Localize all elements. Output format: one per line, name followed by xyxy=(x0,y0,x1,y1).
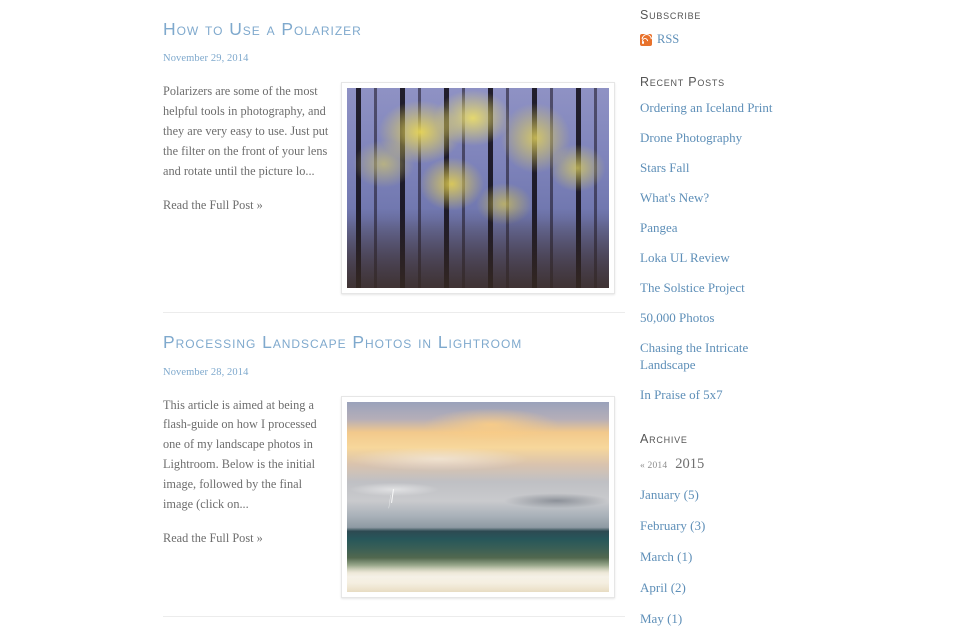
sidebar-section-archive: Archive « 2014 2015 January (5) February… xyxy=(640,432,840,628)
rss-link[interactable]: RSS xyxy=(657,32,679,47)
list-item: Stars Fall xyxy=(640,159,840,177)
list-item: What's New? xyxy=(640,189,840,207)
recent-post-link[interactable]: Stars Fall xyxy=(640,159,689,176)
post-text-column: This article is aimed at being a flash-g… xyxy=(163,396,331,549)
post-photo-frame[interactable] xyxy=(341,82,615,295)
autumn-forest-yellow-leaves-photo[interactable] xyxy=(347,88,609,289)
recent-post-link[interactable]: The Solstice Project xyxy=(640,279,745,296)
left-gutter xyxy=(0,0,163,558)
recent-post-link[interactable]: Pangea xyxy=(640,219,678,236)
list-item: In Praise of 5x7 xyxy=(640,386,840,404)
post-date: November 28, 2014 xyxy=(163,366,249,378)
sidebar-heading-subscribe: Subscribe xyxy=(640,8,702,22)
sunset-seascape-lightning-photo[interactable] xyxy=(347,401,609,592)
list-item: March (1) xyxy=(640,548,840,566)
archive-month-link[interactable]: April (2) xyxy=(640,579,686,596)
post-divider xyxy=(163,615,625,617)
post-title-link[interactable]: Processing Landscape Photos in Lightroom xyxy=(163,332,625,352)
recent-post-link[interactable]: Chasing the Intricate Landscape xyxy=(640,339,750,373)
recent-posts-list: Ordering an Iceland Print Drone Photogra… xyxy=(640,99,840,404)
archive-month-link[interactable]: March (1) xyxy=(640,548,692,565)
sidebar-heading-recent-posts: Recent Posts xyxy=(640,75,725,89)
read-full-post-link[interactable]: Read the Full Post » xyxy=(163,196,331,216)
recent-post-link[interactable]: Ordering an Iceland Print xyxy=(640,99,772,116)
archive-month-link[interactable]: January (5) xyxy=(640,486,699,503)
list-item: April (2) xyxy=(640,579,840,597)
list-item: Drone Photography xyxy=(640,129,840,147)
post-excerpt: This article is aimed at being a flash-g… xyxy=(163,397,317,512)
sidebar-heading-archive: Archive xyxy=(640,432,688,447)
list-item: Pangea xyxy=(640,219,840,237)
recent-post-link[interactable]: Loka UL Review xyxy=(640,249,730,266)
post-date: November 29, 2014 xyxy=(163,53,249,65)
blog-post: How to Use a Polarizer November 29, 2014… xyxy=(163,19,625,295)
list-item: January (5) xyxy=(640,486,840,504)
list-item: May (1) xyxy=(640,610,840,628)
recent-post-link[interactable]: What's New? xyxy=(640,189,709,206)
list-item: 50,000 Photos xyxy=(640,309,840,327)
post-title-link[interactable]: How to Use a Polarizer xyxy=(163,19,625,39)
blog-page: How to Use a Polarizer November 29, 2014… xyxy=(0,0,960,626)
archive-month-link[interactable]: February (3) xyxy=(640,517,705,534)
post-excerpt: Polarizers are some of the most helpful … xyxy=(163,84,329,178)
post-text-column: Polarizers are some of the most helpful … xyxy=(163,82,331,215)
read-full-post-link[interactable]: Read the Full Post » xyxy=(163,529,331,549)
post-body: Polarizers are some of the most helpful … xyxy=(163,82,625,295)
list-item: Chasing the Intricate Landscape xyxy=(640,339,840,374)
archive-month-link[interactable]: May (1) xyxy=(640,610,682,627)
post-body: This article is aimed at being a flash-g… xyxy=(163,395,625,598)
list-item: Loka UL Review xyxy=(640,249,840,267)
recent-post-link[interactable]: In Praise of 5x7 xyxy=(640,386,723,403)
list-item: Ordering an Iceland Print xyxy=(640,99,840,117)
recent-post-link[interactable]: 50,000 Photos xyxy=(640,309,714,326)
archive-prev-year-link[interactable]: « 2014 xyxy=(640,461,667,471)
archive-month-list: January (5) February (3) March (1) April… xyxy=(640,486,840,628)
sidebar-section-subscribe: Subscribe RSS xyxy=(639,8,840,47)
sidebar: Subscribe RSS Recent Posts Ordering an I… xyxy=(639,0,840,628)
rss-icon xyxy=(639,32,654,46)
main-content: How to Use a Polarizer November 29, 2014… xyxy=(163,0,625,637)
rss-row[interactable]: RSS xyxy=(639,32,840,47)
archive-current-year: 2015 xyxy=(675,456,705,473)
post-photo-frame[interactable] xyxy=(341,395,615,598)
list-item: February (3) xyxy=(640,517,840,535)
sidebar-section-recent-posts: Recent Posts Ordering an Iceland Print D… xyxy=(640,75,840,404)
recent-post-link[interactable]: Drone Photography xyxy=(640,129,742,146)
archive-year-row: « 2014 2015 xyxy=(640,456,840,473)
post-divider xyxy=(163,312,625,314)
list-item: The Solstice Project xyxy=(640,279,840,297)
